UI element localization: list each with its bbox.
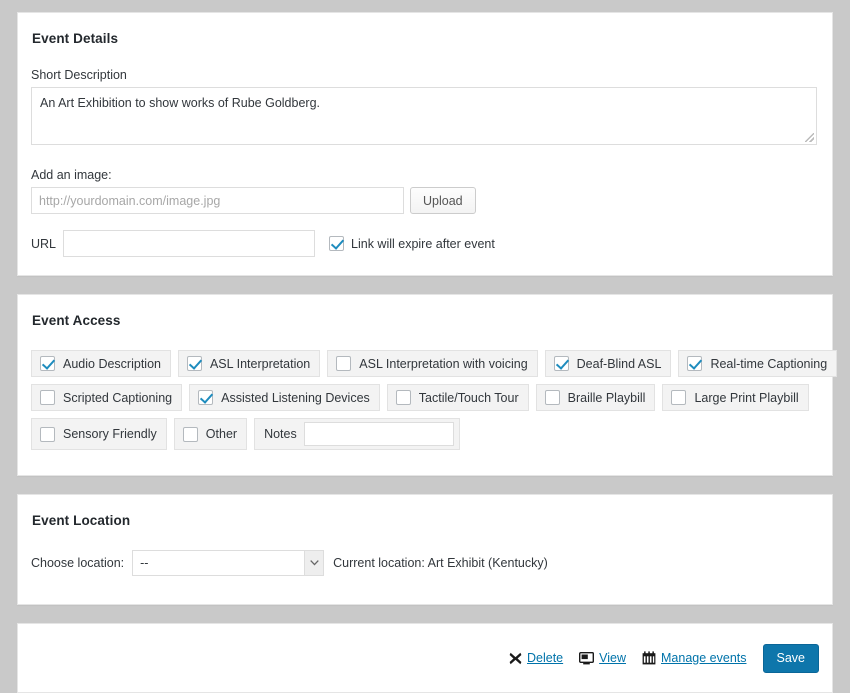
access-option-tactile-touch-tour[interactable]: Tactile/Touch Tour [387, 384, 529, 411]
event-details-panel: Event Details Short Description Add an i… [17, 12, 833, 276]
access-option-audio-description[interactable]: Audio Description [31, 350, 171, 377]
access-option-braille-playbill[interactable]: Braille Playbill [536, 384, 656, 411]
access-option-label: ASL Interpretation [210, 357, 310, 371]
event-access-panel: Event Access Audio Description ASL Inter… [17, 294, 833, 476]
access-option-label: Tactile/Touch Tour [419, 391, 519, 405]
access-checkbox[interactable] [687, 356, 702, 371]
access-row: Sensory Friendly Other Notes [31, 418, 819, 450]
url-row: URL Link will expire after event [31, 230, 819, 257]
chevron-down-icon[interactable] [304, 551, 323, 575]
access-row: Audio Description ASL Interpretation ASL… [31, 350, 819, 377]
form-actions-panel: Delete View [17, 623, 833, 693]
upload-button[interactable]: Upload [410, 187, 476, 214]
short-description-wrap [31, 87, 817, 145]
access-option-label: Deaf-Blind ASL [577, 357, 662, 371]
access-option-other[interactable]: Other [174, 418, 247, 450]
access-option-large-print-playbill[interactable]: Large Print Playbill [662, 384, 808, 411]
access-option-asl-interpretation-with-voicing[interactable]: ASL Interpretation with voicing [327, 350, 537, 377]
access-checkbox[interactable] [545, 390, 560, 405]
url-input[interactable] [63, 230, 315, 257]
access-option-label: Scripted Captioning [63, 391, 172, 405]
access-checkbox[interactable] [336, 356, 351, 371]
delete-link[interactable]: Delete [527, 651, 563, 665]
access-option-real-time-captioning[interactable]: Real-time Captioning [678, 350, 837, 377]
event-location-panel: Event Location Choose location: -- Curre… [17, 494, 833, 605]
save-button[interactable]: Save [763, 644, 820, 673]
access-option-label: Audio Description [63, 357, 161, 371]
add-image-label: Add an image: [31, 168, 819, 182]
short-description-label: Short Description [31, 68, 819, 82]
access-option-label: Large Print Playbill [694, 391, 798, 405]
link-expire-checkbox[interactable] [329, 236, 344, 251]
event-location-title: Event Location [32, 513, 819, 528]
access-checkbox[interactable] [396, 390, 411, 405]
current-location-text: Current location: Art Exhibit (Kentucky) [333, 556, 548, 570]
access-option-asl-interpretation[interactable]: ASL Interpretation [178, 350, 320, 377]
access-option-sensory-friendly[interactable]: Sensory Friendly [31, 418, 167, 450]
choose-location-row: Choose location: -- Current location: Ar… [31, 550, 819, 576]
short-description-input[interactable] [31, 87, 817, 145]
access-option-label: Braille Playbill [568, 391, 646, 405]
event-details-title: Event Details [32, 31, 819, 46]
access-checkbox[interactable] [40, 390, 55, 405]
location-select[interactable]: -- [132, 550, 324, 576]
image-upload-row: Upload [31, 187, 819, 214]
notes-input[interactable] [304, 422, 454, 446]
event-access-title: Event Access [32, 313, 819, 328]
manage-events-action[interactable]: Manage events [642, 651, 746, 665]
access-notes-group: Notes [254, 418, 460, 450]
access-option-deaf-blind-asl[interactable]: Deaf-Blind ASL [545, 350, 672, 377]
access-checkbox[interactable] [187, 356, 202, 371]
close-icon [509, 652, 522, 665]
access-option-assisted-listening-devices[interactable]: Assisted Listening Devices [189, 384, 380, 411]
access-checkbox[interactable] [40, 427, 55, 442]
choose-location-label: Choose location: [31, 556, 124, 570]
access-checkbox[interactable] [554, 356, 569, 371]
access-option-label: Assisted Listening Devices [221, 391, 370, 405]
monitor-icon [579, 652, 594, 665]
calendar-icon [642, 651, 656, 665]
view-action[interactable]: View [579, 651, 626, 665]
access-option-label: ASL Interpretation with voicing [359, 357, 527, 371]
access-checkbox[interactable] [40, 356, 55, 371]
url-label: URL [31, 237, 56, 251]
manage-events-link[interactable]: Manage events [661, 651, 746, 665]
access-option-label: Real-time Captioning [710, 357, 827, 371]
access-options: Audio Description ASL Interpretation ASL… [31, 350, 819, 450]
image-url-input[interactable] [31, 187, 404, 214]
view-link[interactable]: View [599, 651, 626, 665]
access-checkbox[interactable] [671, 390, 686, 405]
link-expire-label: Link will expire after event [351, 237, 495, 251]
notes-label: Notes [264, 427, 297, 441]
location-select-value: -- [140, 556, 148, 570]
delete-action[interactable]: Delete [509, 651, 563, 665]
page-root: Event Details Short Description Add an i… [0, 0, 850, 668]
access-checkbox[interactable] [198, 390, 213, 405]
access-option-scripted-captioning[interactable]: Scripted Captioning [31, 384, 182, 411]
access-row: Scripted Captioning Assisted Listening D… [31, 384, 819, 411]
access-option-label: Other [206, 427, 237, 441]
access-option-label: Sensory Friendly [63, 427, 157, 441]
link-expire-toggle[interactable]: Link will expire after event [329, 236, 495, 251]
access-checkbox[interactable] [183, 427, 198, 442]
